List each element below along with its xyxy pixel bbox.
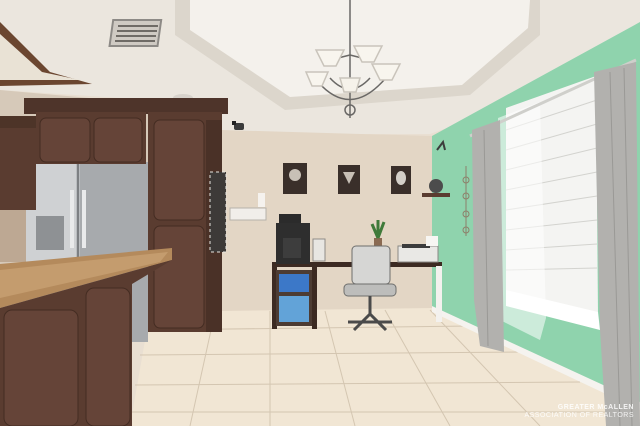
- wall-art: [283, 163, 411, 194]
- room-scene: [0, 0, 640, 426]
- soffit-trim: [0, 116, 38, 128]
- curtain-left: [472, 120, 504, 352]
- watermark-line-1: GREATER McALLEN: [557, 404, 634, 411]
- backsplash: [0, 210, 26, 262]
- sheer-curtain: [498, 102, 546, 340]
- listing-photo: [0, 0, 640, 426]
- desk-phone: [312, 238, 326, 262]
- back-wall: [222, 130, 432, 312]
- dish-towel: [209, 171, 227, 253]
- watermark-line-2: ASSOCIATION OF REALTORS: [524, 412, 634, 419]
- ceiling-vent-icon: [108, 19, 163, 47]
- thermostat: [229, 207, 267, 221]
- shelf-decor: [429, 179, 443, 193]
- wall-shelf: [422, 193, 450, 197]
- watermark: GREATER McALLEN ASSOCIATION OF REALTORS: [524, 404, 634, 420]
- wall-switch: [258, 193, 265, 207]
- upper-cabinet-left: [0, 128, 36, 210]
